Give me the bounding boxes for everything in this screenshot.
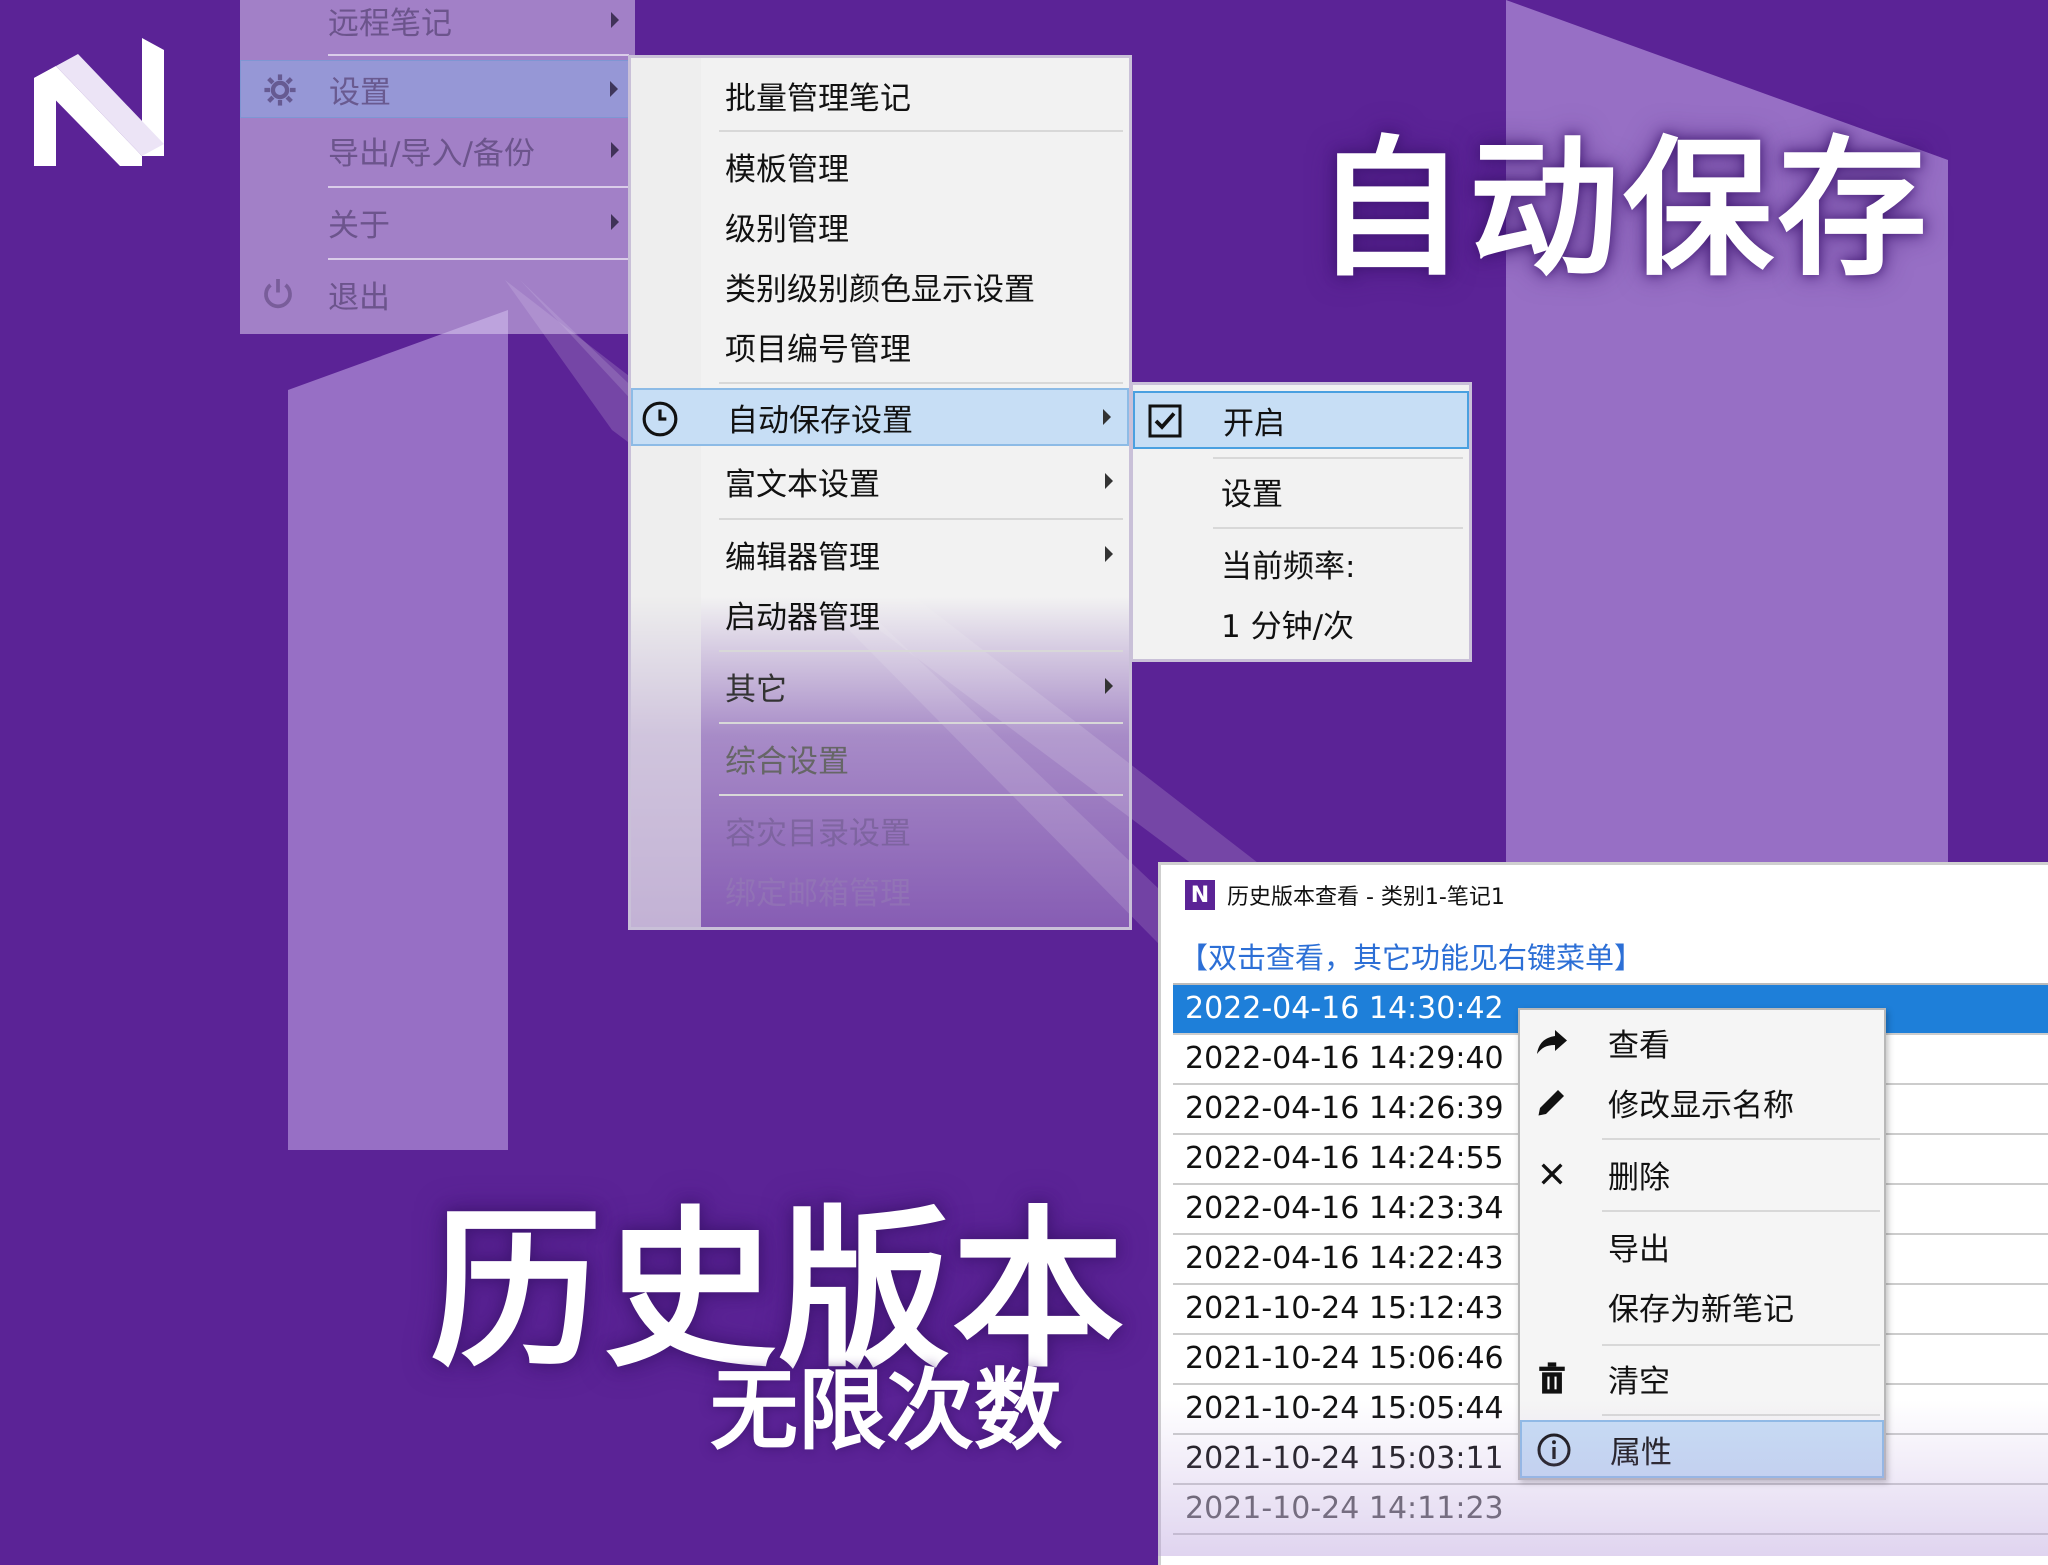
menu-item-disaster-recovery-dir[interactable]: 容灾目录设置	[631, 802, 1129, 858]
menu-item-batch-manage-notes[interactable]: 批量管理笔记	[631, 68, 1129, 122]
pencil-icon	[1530, 1080, 1574, 1124]
info-icon	[1532, 1428, 1576, 1472]
history-row[interactable]: 2021-10-24 14:11:23	[1173, 1485, 2048, 1535]
menu-separator	[719, 722, 1123, 724]
menu-item-autosave-settings[interactable]: 自动保存设置	[631, 388, 1129, 446]
menu-separator	[1602, 1414, 1880, 1416]
menu-item-project-number-manage[interactable]: 项目编号管理	[631, 318, 1129, 374]
context-item-save-as-new-note[interactable]: 保存为新笔记	[1520, 1278, 1884, 1334]
menu-separator	[1602, 1210, 1880, 1212]
menu-item-color-display-settings[interactable]: 类别级别颜色显示设置	[631, 258, 1129, 314]
current-frequency-value: 1 分钟/次	[1221, 608, 1355, 645]
share-arrow-icon	[1530, 1020, 1574, 1064]
context-item-rename[interactable]: 修改显示名称	[1520, 1074, 1884, 1130]
menu-separator	[328, 186, 629, 188]
chevron-right-icon	[1103, 409, 1111, 425]
menu-item-bind-email[interactable]: 绑定邮箱管理	[631, 862, 1129, 918]
current-frequency-label: 当前频率:	[1221, 548, 1356, 585]
context-item-export[interactable]: 导出	[1520, 1218, 1884, 1274]
menu-item-remote-notes[interactable]: 远程笔记	[240, 0, 635, 46]
menu-separator	[1213, 527, 1463, 529]
autosave-title: 自动保存	[1315, 123, 1932, 297]
history-subtitle: 无限次数	[710, 1359, 1063, 1462]
menu-item-level-manage[interactable]: 级别管理	[631, 198, 1129, 254]
chevron-right-icon	[1105, 473, 1113, 489]
context-item-view[interactable]: 查看	[1520, 1014, 1884, 1070]
menu-item-editor-manage[interactable]: 编辑器管理	[631, 526, 1129, 582]
chevron-right-icon	[611, 12, 619, 28]
menu-separator	[719, 650, 1123, 652]
menu-item-enable-autosave[interactable]: 开启	[1133, 391, 1469, 449]
menu-item-rich-text-settings[interactable]: 富文本设置	[631, 452, 1129, 510]
chevron-right-icon	[610, 81, 618, 97]
menu-separator	[719, 794, 1123, 796]
app-logo-icon	[34, 38, 164, 166]
chevron-right-icon	[611, 214, 619, 230]
menu-separator	[719, 382, 1123, 384]
menu-separator	[1602, 1344, 1880, 1346]
menu-item-exit[interactable]: 退出	[240, 266, 635, 322]
autosave-submenu: 开启 设置 当前频率: 1 分钟/次	[1130, 382, 1472, 662]
background-shape-left	[288, 310, 508, 1150]
chevron-right-icon	[611, 142, 619, 158]
main-menu: 远程笔记 设置 导出/导入/备份 关于 退出	[240, 0, 635, 334]
context-item-delete[interactable]: 删除	[1520, 1146, 1884, 1202]
context-item-properties[interactable]: 属性	[1520, 1420, 1884, 1478]
chevron-right-icon	[1105, 678, 1113, 694]
app-logo-icon: N	[1185, 880, 1215, 910]
checkbox-checked-icon	[1148, 404, 1182, 438]
menu-separator	[1213, 457, 1463, 459]
trash-icon	[1530, 1356, 1574, 1400]
menu-separator	[719, 518, 1123, 520]
settings-submenu: 批量管理笔记 模板管理 级别管理 类别级别颜色显示设置 项目编号管理 自动保存设…	[628, 55, 1132, 930]
window-title: 历史版本查看 - 类别1-笔记1	[1227, 885, 1505, 910]
menu-item-launcher-manage[interactable]: 启动器管理	[631, 586, 1129, 642]
clock-icon	[642, 401, 678, 437]
usage-hint: 【双击查看，其它功能见右键菜单】	[1179, 941, 1644, 975]
close-icon	[1530, 1152, 1574, 1196]
menu-item-export-import-backup[interactable]: 导出/导入/备份	[240, 122, 635, 178]
gear-icon	[264, 74, 296, 106]
history-context-menu: 查看 修改显示名称 删除 导出 保存为新笔记 清空 属性	[1518, 1008, 1886, 1480]
power-icon	[264, 279, 292, 309]
chevron-right-icon	[1105, 546, 1113, 562]
menu-separator	[328, 258, 629, 260]
menu-item-about[interactable]: 关于	[240, 194, 635, 250]
menu-item-template-manage[interactable]: 模板管理	[631, 138, 1129, 194]
window-title-bar: N 历史版本查看 - 类别1-笔记1	[1185, 879, 1505, 911]
menu-item-general-settings[interactable]: 综合设置	[631, 730, 1129, 786]
menu-item-other[interactable]: 其它	[631, 658, 1129, 714]
menu-item-settings[interactable]: 设置	[240, 60, 635, 118]
context-item-clear[interactable]: 清空	[1520, 1350, 1884, 1406]
menu-separator	[719, 130, 1123, 132]
menu-item-autosave-configure[interactable]: 设置	[1133, 463, 1469, 519]
menu-separator	[328, 54, 629, 56]
menu-separator	[1602, 1138, 1880, 1140]
